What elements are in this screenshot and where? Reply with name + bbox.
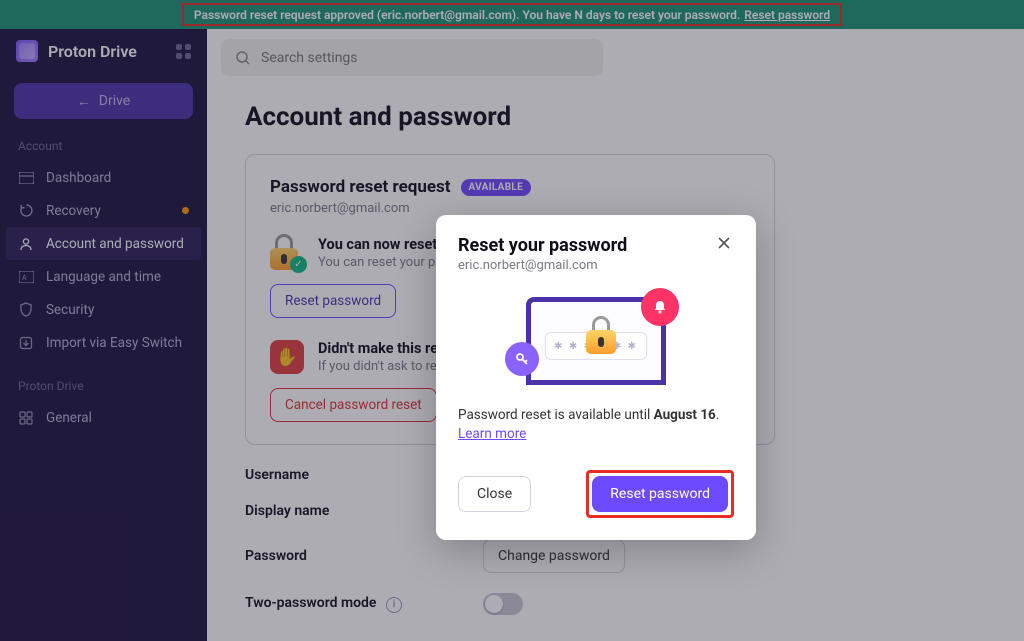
close-icon[interactable]	[716, 235, 734, 253]
modal-title: Reset your password	[458, 235, 627, 256]
modal-email: eric.norbert@gmail.com	[458, 258, 627, 273]
bell-icon	[641, 288, 679, 326]
highlight-frame: Reset password	[586, 470, 734, 518]
reset-password-modal: Reset your password eric.norbert@gmail.c…	[436, 215, 756, 540]
modal-close-button[interactable]: Close	[458, 476, 531, 512]
modal-reset-button[interactable]: Reset password	[592, 476, 728, 512]
learn-more-link[interactable]: Learn more	[458, 426, 526, 442]
modal-text: Password reset is available until August…	[458, 407, 734, 423]
modal-illustration: ✱ ✱ ✱✱ ✱ ✱	[458, 283, 734, 399]
key-icon	[505, 342, 539, 376]
